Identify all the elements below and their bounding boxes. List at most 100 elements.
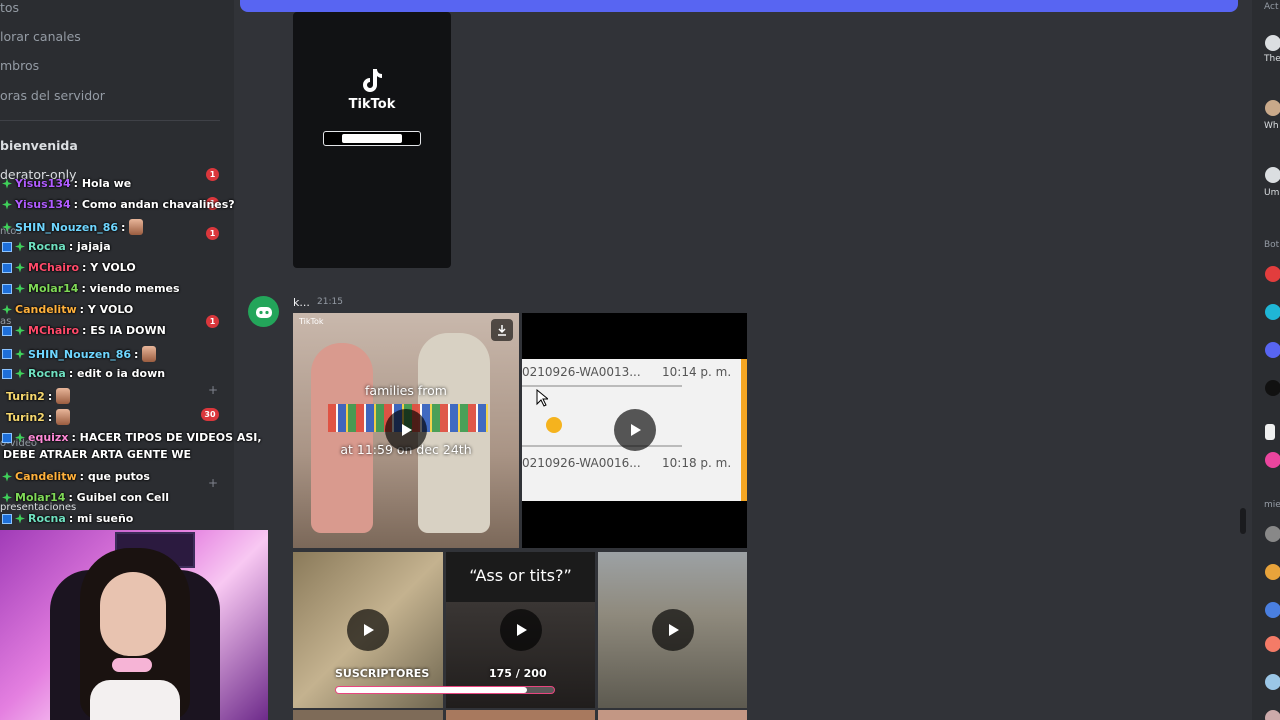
file-name: 0210926-WA0013... bbox=[522, 365, 641, 379]
sidebar-item-events[interactable]: tos bbox=[0, 0, 19, 15]
chat-emote-icon bbox=[129, 219, 144, 235]
member-list-header: Act bbox=[1264, 2, 1279, 12]
sparkle-badge-icon bbox=[15, 241, 25, 252]
member-avatar[interactable] bbox=[1265, 636, 1280, 652]
sparkle-badge-icon bbox=[15, 368, 25, 379]
chat-text: : Guibel con Cell bbox=[68, 491, 170, 504]
chat-username[interactable]: Yisus134 bbox=[15, 198, 71, 211]
sidebar-item-server-boosts[interactable]: oras del servidor bbox=[0, 88, 105, 103]
subscriber-badge-icon bbox=[2, 432, 12, 443]
new-messages-banner[interactable] bbox=[240, 0, 1238, 12]
member-activity-text[interactable]: Um bbox=[1264, 188, 1279, 198]
chat-username[interactable]: SHIN_Nouzen_86 bbox=[28, 348, 131, 361]
video-attachment[interactable]: TikTok families from at 11:59 on dec 24t… bbox=[293, 313, 519, 548]
chat-username[interactable]: Molar14 bbox=[28, 282, 78, 295]
sparkle-badge-icon bbox=[2, 304, 12, 315]
member-avatar[interactable] bbox=[1265, 342, 1280, 358]
sub-goal-progress-fill bbox=[336, 687, 527, 693]
chat-message: Rocna: jajaja bbox=[2, 240, 111, 253]
chat-text: : bbox=[47, 389, 53, 403]
play-icon[interactable] bbox=[614, 409, 656, 451]
chat-message: Rocna: edit o ia down bbox=[2, 367, 165, 380]
chat-username[interactable]: Turin2 bbox=[6, 411, 45, 424]
chat-username[interactable]: Yisus134 bbox=[15, 177, 71, 190]
sidebar-divider bbox=[0, 120, 220, 121]
member-avatar[interactable] bbox=[1265, 564, 1280, 580]
chat-username[interactable]: Molar14 bbox=[15, 491, 65, 504]
subscriber-badge-icon bbox=[2, 349, 12, 359]
member-list-header: mie bbox=[1264, 500, 1280, 510]
chat-username[interactable]: MChairo bbox=[28, 324, 79, 337]
play-icon[interactable] bbox=[385, 409, 427, 451]
chat-username[interactable]: Candelitw bbox=[15, 303, 77, 316]
sidebar-item-members[interactable]: mbros bbox=[0, 58, 39, 73]
member-activity-text[interactable]: The bbox=[1264, 54, 1280, 64]
member-avatar[interactable] bbox=[1265, 380, 1280, 396]
sparkle-badge-icon bbox=[2, 471, 12, 482]
member-avatar[interactable] bbox=[1265, 710, 1280, 720]
play-icon[interactable] bbox=[652, 609, 694, 651]
subscriber-badge-icon bbox=[2, 283, 12, 294]
chat-text: DEBE ATRAER ARTA GENTE WE bbox=[3, 448, 192, 461]
streamer-shirt bbox=[90, 680, 180, 720]
chat-username[interactable]: Turin2 bbox=[6, 390, 45, 403]
sparkle-badge-icon bbox=[15, 432, 25, 443]
chat-username[interactable]: Rocna bbox=[28, 367, 66, 380]
chat-message: Rocna: mi sueño bbox=[2, 512, 133, 525]
sub-goal-progress-bar bbox=[335, 686, 555, 694]
sub-goal-label: SUSCRIPTORES bbox=[335, 667, 430, 680]
message-author[interactable]: k... bbox=[293, 296, 310, 309]
activity-icon[interactable] bbox=[1265, 167, 1280, 183]
tiktok-watermark: TikTok bbox=[299, 317, 324, 326]
video-attachment-partial[interactable] bbox=[293, 710, 443, 720]
chat-text: : ES IA DOWN bbox=[82, 324, 166, 337]
audio-dot bbox=[546, 417, 562, 433]
video-attachment-partial[interactable] bbox=[598, 710, 747, 720]
chat-message: Candelitw: que putos bbox=[2, 470, 150, 483]
member-avatar[interactable] bbox=[1265, 602, 1280, 618]
chat-emote-icon bbox=[56, 388, 71, 404]
member-avatar[interactable] bbox=[1265, 674, 1280, 690]
member-avatar[interactable] bbox=[1265, 266, 1280, 282]
sidebar-item-browse-channels[interactable]: lorar canales bbox=[0, 29, 81, 44]
chat-text: : bbox=[121, 220, 126, 234]
video-attachment[interactable]: “Ass or tits?” bbox=[446, 552, 595, 708]
sidebar-category-welcome[interactable]: bienvenida bbox=[0, 138, 78, 153]
video-attachment[interactable] bbox=[293, 552, 443, 708]
member-avatar[interactable] bbox=[1265, 526, 1280, 542]
chat-text: : Y VOLO bbox=[82, 261, 136, 274]
mouse-cursor-icon bbox=[536, 389, 548, 407]
chat-username[interactable]: equizx bbox=[28, 431, 68, 444]
chat-message: Molar14: viendo memes bbox=[2, 282, 180, 295]
play-icon[interactable] bbox=[500, 609, 542, 651]
tiktok-brand-text: TikTok bbox=[348, 97, 396, 112]
activity-icon[interactable] bbox=[1265, 35, 1280, 51]
chat-message: DEBE ATRAER ARTA GENTE WE bbox=[3, 448, 191, 461]
member-avatar[interactable] bbox=[1265, 452, 1280, 468]
subscriber-badge-icon bbox=[2, 325, 12, 336]
video-attachment-partial[interactable] bbox=[446, 710, 595, 720]
chat-username[interactable]: Rocna bbox=[28, 240, 66, 253]
scrollbar-thumb[interactable] bbox=[1240, 508, 1246, 534]
chat-username[interactable]: Rocna bbox=[28, 512, 66, 525]
download-icon[interactable] bbox=[491, 319, 513, 341]
member-avatar[interactable] bbox=[1265, 304, 1280, 320]
video-thumbnail-figure bbox=[418, 333, 490, 533]
member-list-header: Bot bbox=[1264, 240, 1280, 250]
chat-username[interactable]: SHIN_Nouzen_86 bbox=[15, 221, 118, 234]
subscriber-badge-icon bbox=[2, 513, 12, 524]
chat-username[interactable]: MChairo bbox=[28, 261, 79, 274]
play-icon[interactable] bbox=[347, 609, 389, 651]
video-attachment[interactable]: 0210926-WA0013... 10:14 p. m. 0210926-WA… bbox=[522, 313, 747, 548]
activity-icon[interactable] bbox=[1265, 100, 1280, 116]
video-attachment[interactable] bbox=[598, 552, 747, 708]
chat-message: Yisus134: Hola we bbox=[2, 177, 131, 190]
chat-username[interactable]: Candelitw bbox=[15, 470, 77, 483]
sparkle-badge-icon bbox=[2, 199, 12, 210]
sparkle-badge-icon bbox=[15, 325, 25, 336]
divider bbox=[522, 445, 682, 447]
chat-text: : bbox=[134, 347, 139, 361]
member-activity-text[interactable]: Wh bbox=[1264, 121, 1279, 131]
video-caption: families from bbox=[365, 383, 447, 398]
member-avatar[interactable] bbox=[1265, 424, 1275, 440]
